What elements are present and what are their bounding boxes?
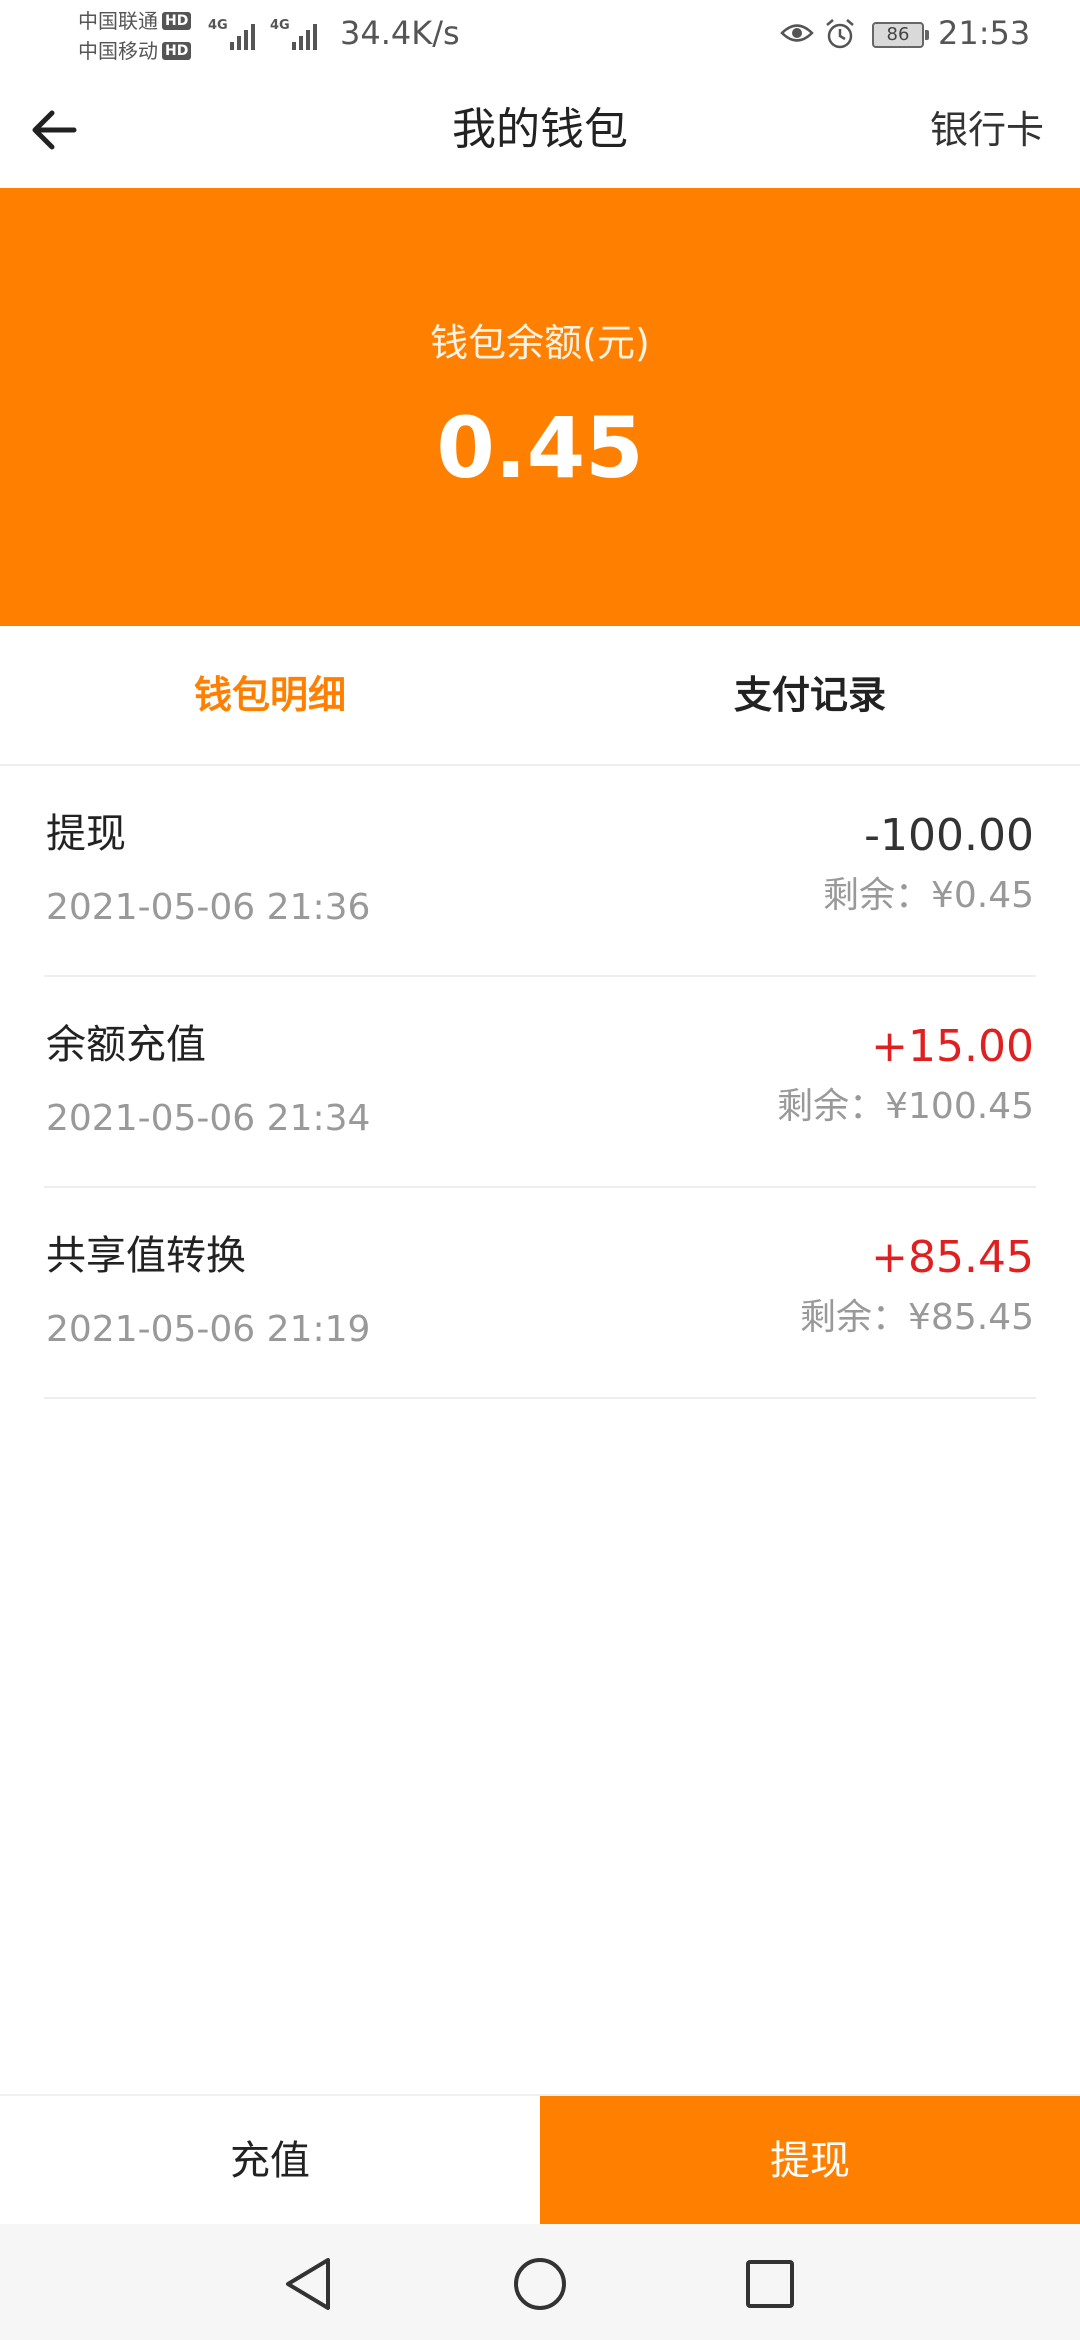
network-speed: 34.4K/s [340, 14, 460, 52]
carrier-name: 中国移动 [78, 39, 158, 63]
record-amount: -100.00 [864, 810, 1034, 861]
balance-value: 0.45 [436, 399, 644, 497]
balance-label: 钱包余额(元) [430, 321, 650, 365]
withdraw-button[interactable]: 提现 [540, 2096, 1080, 2226]
square-recents-icon [746, 2260, 794, 2308]
carrier-name: 中国联通 [78, 9, 158, 33]
system-nav-bar [0, 2224, 1080, 2340]
list-item[interactable]: 余额充值 2021-05-06 21:34 +15.00 剩余：¥100.45 [44, 977, 1036, 1188]
signal-strength-icon: 4G [270, 18, 320, 50]
balance-panel: 钱包余额(元) 0.45 [0, 188, 1080, 626]
record-time: 2021-05-06 21:19 [46, 1309, 371, 1350]
system-home-button[interactable] [510, 2254, 570, 2314]
record-title: 共享值转换 [46, 1233, 246, 1279]
list-item[interactable]: 提现 2021-05-06 21:36 -100.00 剩余：¥0.45 [44, 766, 1036, 977]
signal-strength-icon: 4G [208, 18, 258, 50]
back-button[interactable] [20, 96, 88, 164]
page-title: 我的钱包 [452, 104, 628, 155]
triangle-back-icon [286, 2258, 330, 2310]
alarm-icon [826, 19, 854, 49]
carrier-info: 中国联通 HD 中国移动 HD [78, 6, 208, 66]
battery-icon: 86 [872, 22, 929, 48]
list-item[interactable]: 共享值转换 2021-05-06 21:19 +85.45 剩余：¥85.45 [44, 1188, 1036, 1399]
record-list: 提现 2021-05-06 21:36 -100.00 剩余：¥0.45 余额充… [0, 766, 1080, 1399]
recharge-button[interactable]: 充值 [0, 2096, 540, 2226]
record-time: 2021-05-06 21:36 [46, 887, 371, 928]
tab-wallet-details[interactable]: 钱包明细 [0, 626, 540, 764]
record-time: 2021-05-06 21:34 [46, 1098, 371, 1139]
nav-bar: 我的钱包 银行卡 [0, 72, 1080, 188]
status-bar: 中国联通 HD 中国移动 HD 4G 4G 34.4K/s 86 21:53 [0, 0, 1080, 72]
record-title: 提现 [46, 811, 126, 857]
tab-payment-records[interactable]: 支付记录 [540, 626, 1080, 764]
record-amount: +15.00 [871, 1021, 1034, 1072]
hd-badge: HD [162, 12, 192, 30]
system-recents-button[interactable] [740, 2254, 800, 2314]
status-icons: 86 21:53 [780, 14, 1080, 58]
record-remaining-balance: 剩余：¥85.45 [800, 1297, 1034, 1338]
bank-card-link[interactable]: 银行卡 [930, 72, 1044, 188]
action-bar: 充值 提现 [0, 2094, 1080, 2226]
arrow-left-icon [32, 110, 77, 150]
record-remaining-balance: 剩余：¥100.45 [777, 1086, 1034, 1127]
eye-icon [780, 24, 814, 42]
circle-home-icon [514, 2258, 566, 2310]
record-remaining-balance: 剩余：¥0.45 [822, 875, 1034, 916]
system-back-button[interactable] [278, 2254, 338, 2314]
clock: 21:53 [938, 14, 1031, 52]
record-amount: +85.45 [871, 1232, 1034, 1283]
record-title: 余额充值 [46, 1022, 206, 1068]
hd-badge: HD [162, 42, 192, 60]
tab-bar: 钱包明细 支付记录 [0, 626, 1080, 766]
